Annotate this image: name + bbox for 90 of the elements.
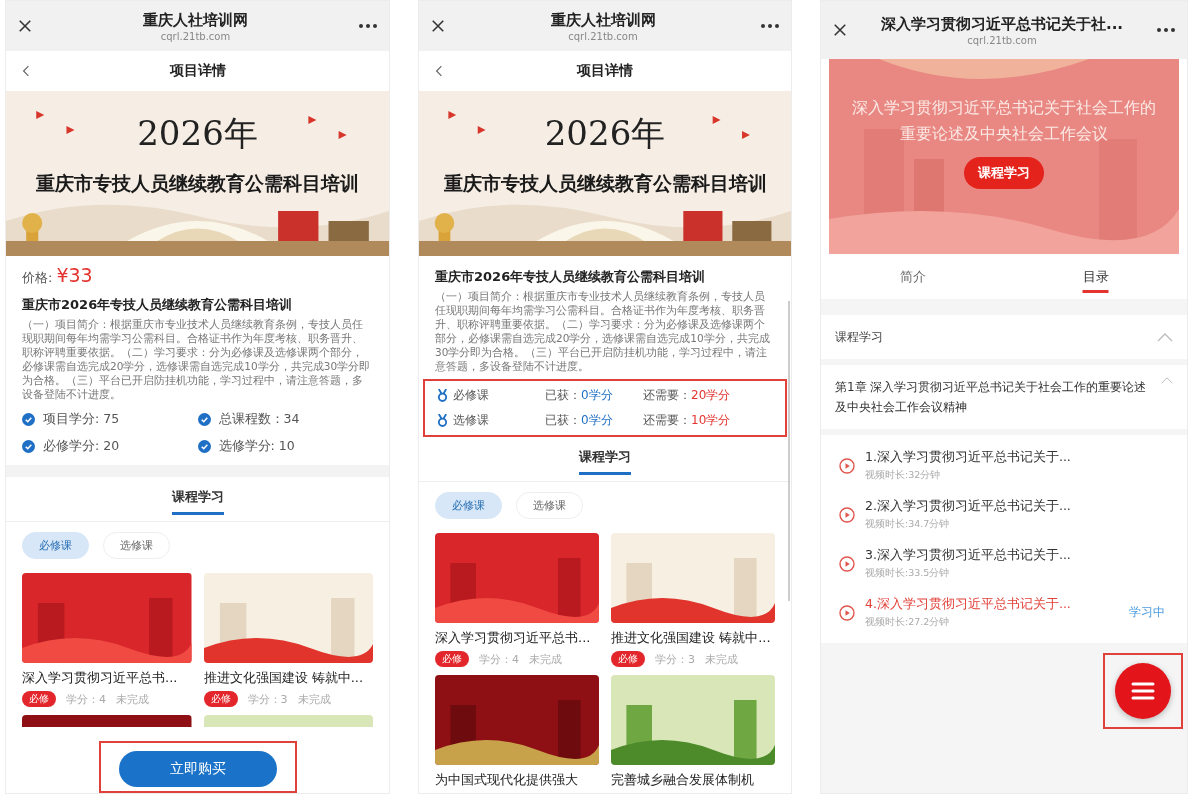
back-icon[interactable] — [435, 64, 443, 78]
filter-chip[interactable]: 选修课 — [103, 532, 170, 559]
earned-credits: 0学分 — [581, 412, 614, 429]
buy-button[interactable]: 立即购买 — [118, 751, 277, 787]
banner-subtitle: 重庆市专技人员继续教育公需科目培训 — [36, 171, 359, 196]
course-status: 未完成 — [529, 651, 562, 667]
earned-label: 已获： — [545, 387, 581, 404]
stat-text: 总课程数：34 — [218, 411, 300, 428]
play-icon[interactable] — [839, 457, 855, 474]
price-label: 价格: — [22, 269, 53, 287]
needed-credits: 20学分 — [691, 387, 731, 404]
banner-subtitle: 重庆市专技人员继续教育公需科目培训 — [443, 171, 767, 196]
needed-label: 还需要： — [643, 412, 691, 429]
required-tag: 必修 — [611, 651, 645, 667]
banner-headline: 2026年 — [544, 112, 666, 155]
course-status: 未完成 — [116, 691, 149, 707]
lesson-title[interactable]: 1.深入学习贯彻习近平总书记关于... — [865, 449, 1165, 466]
stat-text: 必修学分: 20 — [43, 438, 120, 455]
project-title: 重庆市2026年专技人员继续教育公需科目培训 — [435, 268, 707, 286]
play-course-button[interactable]: 课程学习 — [964, 157, 1044, 189]
required-tag: 必修 — [435, 651, 469, 667]
check-icon — [22, 413, 35, 426]
scrollbar[interactable] — [788, 301, 790, 601]
course-credit: 学分：3 — [655, 651, 695, 667]
more-icon[interactable] — [359, 24, 377, 28]
course-status: 未完成 — [705, 651, 738, 667]
filter-chip[interactable]: 必修课 — [22, 532, 89, 559]
site-title: 重庆人社培训网 — [143, 10, 248, 30]
medal-icon — [437, 414, 448, 427]
play-icon[interactable] — [839, 506, 855, 523]
check-icon — [197, 440, 211, 453]
course-credit: 学分：4 — [479, 651, 519, 667]
stat-text: 项目学分: 75 — [43, 411, 120, 428]
lesson-duration: 视频时长:32分钟 — [865, 469, 942, 482]
lesson-duration: 视频时长:34.7分钟 — [865, 518, 951, 531]
site-url: cqrl.21tb.com — [568, 30, 638, 42]
course-credit: 学分：4 — [66, 691, 106, 707]
menu-button[interactable] — [1115, 663, 1171, 719]
site-url: cqrl.21tb.com — [160, 30, 231, 42]
credit-type: 必修课 — [453, 387, 490, 404]
page-title: 项目详情 — [169, 62, 226, 80]
back-icon[interactable] — [22, 64, 30, 78]
filter-chip[interactable]: 选修课 — [516, 492, 583, 519]
menu-icon — [1131, 682, 1155, 700]
check-icon — [197, 413, 211, 426]
lesson-status: 学习中 — [1129, 604, 1165, 621]
lesson-duration: 视频时长:33.5分钟 — [865, 567, 951, 580]
filter-chip[interactable]: 必修课 — [435, 492, 502, 519]
stat-text: 选修学分: 10 — [218, 438, 295, 455]
course-title[interactable]: 深入学习贯彻习近平总书... — [435, 629, 599, 647]
credit-type: 选修课 — [453, 412, 490, 429]
page-title: 项目详情 — [577, 62, 633, 80]
needed-credits: 10学分 — [691, 412, 731, 429]
close-icon[interactable] — [18, 19, 32, 33]
section-tab[interactable]: 课程学习 — [171, 483, 224, 515]
project-description: （一）项目简介：根据重庆市专业技术人员继续教育条例，专技人员任现职期间每年均需学习公需科目。合格证书作为年度考核、职务晋升、职称评聘重要依据。（二）学习要求：分为必修课及选修课两个部分，必修课需自选完成20学分，选修课需自选完成10学分，共完成30学分即为合格。（三）平台已开启防挂机功能，学习过程中，请注意答题，多设备登陆不计进度。 — [22, 317, 372, 401]
site-title: 深入学习贯彻习近平总书记关于社... — [880, 14, 1124, 34]
section-tab[interactable]: 课程学习 — [579, 443, 631, 475]
course-title[interactable]: 为中国式现代化提供强大 — [435, 771, 599, 789]
more-icon[interactable] — [761, 24, 779, 28]
site-title: 重庆人社培训网 — [550, 10, 656, 30]
section-title[interactable]: 课程学习 — [835, 328, 883, 346]
required-tag: 必修 — [22, 691, 56, 707]
project-description: （一）项目简介：根据重庆市专业技术人员继续教育条例，专技人员任现职期间每年均需学习公需科目。合格证书作为年度考核、职务晋升、职称评聘重要依据。（二）学习要求：分为必修课及选修课两个部分，必修课需自选完成20学分，选修课需自选完成10学分，共完成30学分即为合格。（三）平台已开启防挂机功能，学习过程中，请注意答题，多设备登陆不计进度。 — [435, 289, 771, 373]
lesson-title[interactable]: 4.深入学习贯彻习近平总书记关于... — [865, 596, 1119, 613]
course-title[interactable]: 推进文化强国建设 铸就中... — [203, 669, 373, 687]
close-icon[interactable] — [833, 23, 847, 37]
site-url: cqrl.21tb.com — [967, 34, 1037, 46]
course-title[interactable]: 深入学习贯彻习近平总书... — [22, 669, 192, 687]
earned-label: 已获： — [545, 412, 581, 429]
lesson-title[interactable]: 3.深入学习贯彻习近平总书记关于... — [865, 547, 1165, 564]
course-status: 未完成 — [297, 691, 331, 707]
course-title[interactable]: 完善城乡融合发展体制机 — [611, 771, 775, 789]
price: ¥33 — [56, 264, 93, 286]
play-icon[interactable] — [839, 555, 855, 572]
check-icon — [22, 440, 35, 453]
lesson-duration: 视频时长:27.2分钟 — [865, 616, 951, 629]
needed-label: 还需要： — [643, 387, 691, 404]
lesson-title[interactable]: 2.深入学习贯彻习近平总书记关于... — [865, 498, 1165, 515]
required-tag: 必修 — [203, 691, 238, 707]
medal-icon — [437, 389, 448, 402]
course-title[interactable]: 推进文化强国建设 铸就中... — [611, 629, 775, 647]
project-title: 重庆市2026年专技人员继续教育公需科目培训 — [22, 296, 294, 314]
close-icon[interactable] — [431, 19, 445, 33]
video-title: 深入学习贯彻习近平总书记关于社会工作的重要论述及中央社会工作会议 — [851, 97, 1157, 145]
earned-credits: 0学分 — [581, 387, 614, 404]
more-icon[interactable] — [1157, 28, 1175, 32]
play-icon[interactable] — [839, 604, 855, 621]
course-credit: 学分：3 — [247, 691, 288, 707]
banner-headline: 2026年 — [137, 112, 258, 155]
